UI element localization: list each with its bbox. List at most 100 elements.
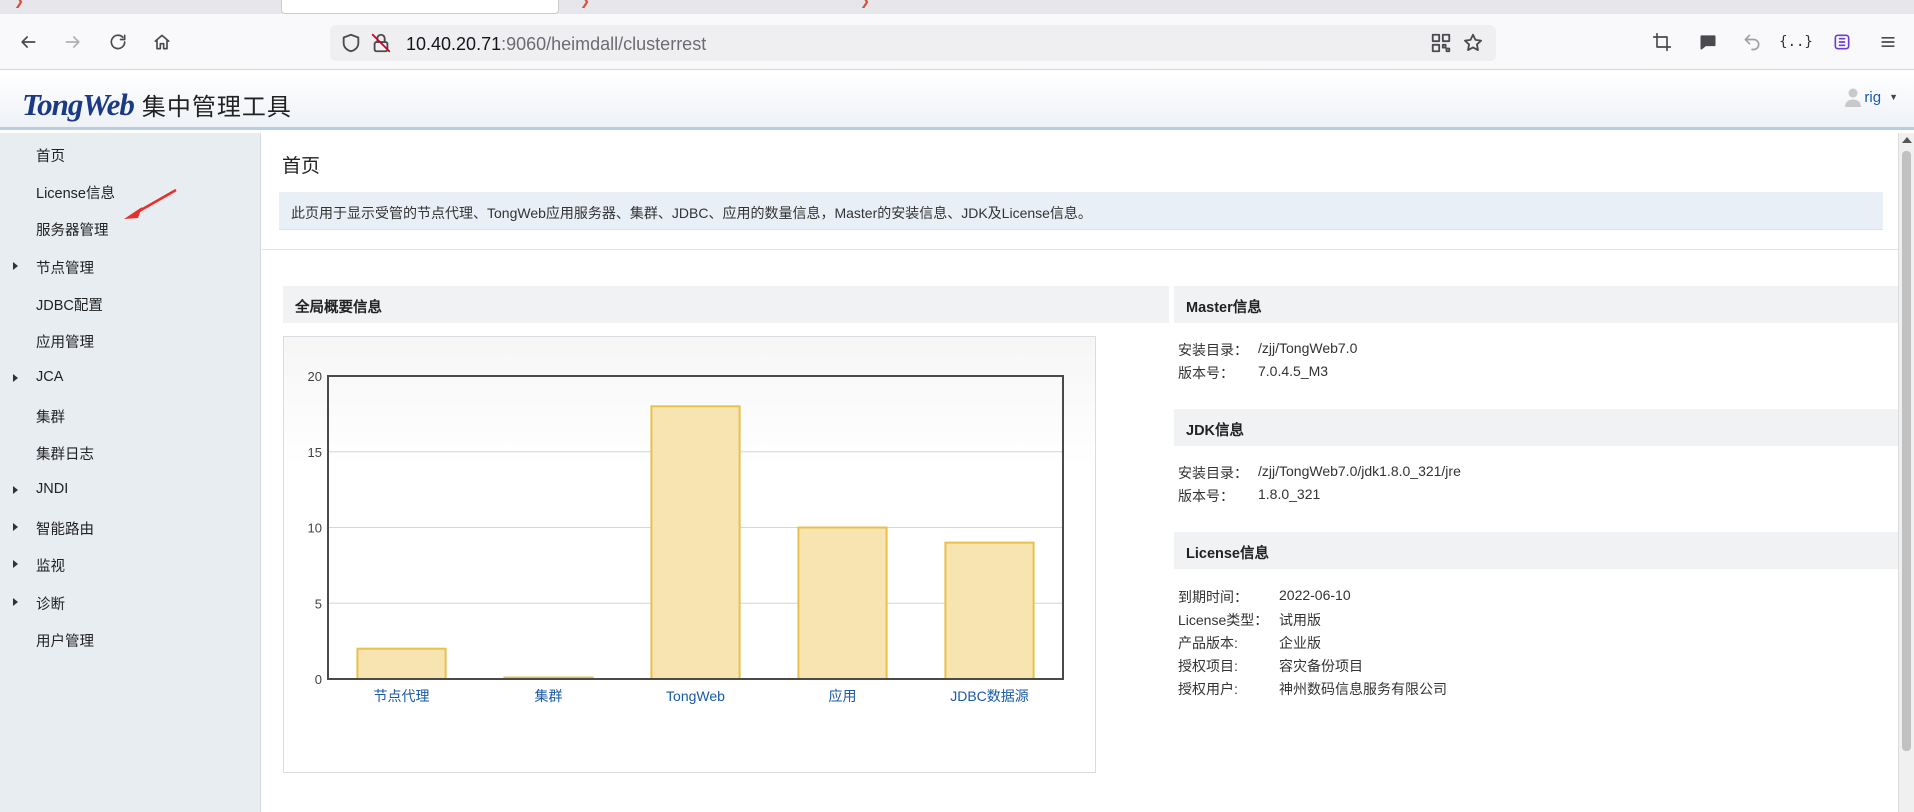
bar: [797, 526, 888, 680]
sidebar-item-label: JCA: [36, 369, 64, 385]
jdk-version-row: 版本号： 1.8.0_321: [1178, 486, 1320, 506]
undo-button[interactable]: [1736, 26, 1768, 58]
y-tick-label: 5: [315, 596, 322, 611]
expand-triangle-icon[interactable]: [13, 523, 18, 531]
sidebar-item-smart-routing[interactable]: 智能路由: [0, 514, 260, 544]
sidebar-item-jca[interactable]: JCA: [0, 365, 260, 395]
x-tick-label: 集群: [535, 688, 563, 704]
sidebar-item-node-management[interactable]: 节点管理: [0, 253, 260, 283]
sidebar-item-label: 节点管理: [36, 261, 94, 277]
sidebar-item-user-management[interactable]: 用户管理: [0, 626, 260, 656]
home-button[interactable]: [146, 26, 178, 58]
tab-favicon-icon: ❯: [14, 0, 25, 8]
info-key: 到期时间：: [1178, 589, 1248, 605]
back-button[interactable]: [12, 26, 44, 58]
extension-icon: [1834, 34, 1850, 50]
chat-button[interactable]: [1692, 26, 1724, 58]
scrollbar-thumb[interactable]: [1902, 151, 1911, 751]
sidebar-item-label: 用户管理: [36, 634, 94, 650]
x-tick-label: JDBC数据源: [950, 688, 1029, 704]
hamburger-menu-icon: [1881, 37, 1895, 48]
bar: [944, 541, 1035, 680]
user-name: rig: [1864, 88, 1882, 106]
sidebar-nav: 首页 License信息 服务器管理 节点管理 JDBC配置 应用管理 JCA …: [0, 133, 261, 812]
info-key: License类型：: [1178, 612, 1269, 628]
sidebar-item-monitor[interactable]: 监视: [0, 551, 260, 581]
license-expiry-row: 到期时间： 2022-06-10: [1178, 587, 1351, 607]
sidebar-item-label: License信息: [36, 186, 115, 202]
expand-triangle-icon[interactable]: [13, 486, 18, 494]
sidebar-item-label: JDBC配置: [36, 298, 103, 314]
app-header: TongWeb 集中管理工具 rig ▼: [0, 71, 1914, 130]
license-user-row: 授权用户: 神州数码信息服务有限公司: [1178, 679, 1447, 699]
expand-triangle-icon[interactable]: [13, 598, 18, 606]
address-bar[interactable]: 10.40.20.71:9060/heimdall/clusterrest: [330, 25, 1496, 61]
sidebar-item-label: 服务器管理: [36, 223, 109, 239]
qr-code-icon[interactable]: [1430, 32, 1452, 54]
app-menu-button[interactable]: [1872, 26, 1904, 58]
info-value: /zjj/TongWeb7.0/jdk1.8.0_321/jre: [1258, 463, 1461, 479]
expand-triangle-icon[interactable]: [13, 374, 18, 382]
sidebar-item-home[interactable]: 首页: [0, 141, 260, 171]
page-description: 此页用于显示受管的节点代理、TongWeb应用服务器、集群、JDBC、应用的数量…: [279, 192, 1883, 230]
main-content: 首页 此页用于显示受管的节点代理、TongWeb应用服务器、集群、JDBC、应用…: [262, 133, 1898, 812]
bookmark-star-icon[interactable]: [1462, 32, 1484, 54]
license-edition-row: 产品版本: 企业版: [1178, 633, 1321, 653]
info-value: 试用版: [1279, 612, 1321, 628]
info-value: 2022-06-10: [1279, 587, 1351, 603]
jdk-install-dir-row: 安装目录： /zjj/TongWeb7.0/jdk1.8.0_321/jre: [1178, 463, 1461, 483]
license-type-row: License类型： 试用版: [1178, 610, 1321, 630]
extension-button[interactable]: [1826, 26, 1858, 58]
tab-favicon-icon: ❯: [580, 0, 591, 8]
sidebar-item-app-management[interactable]: 应用管理: [0, 327, 260, 357]
back-arrow-icon: [21, 36, 36, 48]
info-value: 容灾备份项目: [1279, 658, 1363, 674]
sidebar-item-cluster-log[interactable]: 集群日志: [0, 439, 260, 469]
y-tick-label: 20: [308, 369, 322, 384]
bar: [356, 647, 447, 681]
info-value: /zjj/TongWeb7.0: [1258, 340, 1358, 356]
page-title: 首页: [282, 156, 321, 177]
browser-toolbar: 10.40.20.71:9060/heimdall/clusterrest {.…: [0, 14, 1914, 70]
info-value: 1.8.0_321: [1258, 486, 1321, 502]
license-project-row: 授权项目: 容灾备份项目: [1178, 656, 1363, 676]
y-tick-label: 10: [308, 521, 322, 536]
annotation-arrow-icon: [124, 188, 177, 219]
user-avatar-icon: [1845, 88, 1862, 107]
sidebar-item-label: 应用管理: [36, 335, 94, 351]
tab-favicon-icon: ❯: [860, 0, 871, 8]
url-text[interactable]: 10.40.20.71:9060/heimdall/clusterrest: [406, 34, 706, 55]
sidebar-item-jndi[interactable]: JNDI: [0, 477, 260, 507]
info-key: 授权用户:: [1178, 681, 1238, 697]
bar-chart-svg: 0 5 10 15 20 节点代理 集群 TongWeb 应用 JDBC数据源: [308, 369, 1064, 704]
scroll-up-arrow-icon[interactable]: [1902, 137, 1912, 143]
undo-arrow-icon: [1744, 34, 1760, 51]
sidebar-item-label: 智能路由: [36, 522, 94, 538]
insecure-lock-icon[interactable]: [370, 32, 392, 54]
info-value: 企业版: [1279, 635, 1321, 651]
sidebar-item-cluster[interactable]: 集群: [0, 402, 260, 432]
expand-triangle-icon[interactable]: [13, 262, 18, 270]
expand-triangle-icon[interactable]: [13, 560, 18, 568]
master-version-row: 版本号： 7.0.4.5_M3: [1178, 363, 1328, 383]
forward-button[interactable]: [57, 26, 89, 58]
sidebar-item-jdbc-config[interactable]: JDBC配置: [0, 290, 260, 320]
reload-button[interactable]: [102, 26, 134, 58]
browser-active-tab[interactable]: [281, 0, 559, 14]
sidebar-item-label: 集群日志: [36, 447, 94, 463]
sidebar-item-label: 监视: [36, 559, 65, 575]
json-viewer-button[interactable]: {..}: [1779, 26, 1813, 58]
screenshot-button[interactable]: [1646, 26, 1678, 58]
brand-logo[interactable]: TongWeb 集中管理工具: [22, 87, 292, 122]
user-menu[interactable]: rig ▼: [1844, 87, 1898, 107]
tracking-shield-icon[interactable]: [340, 32, 362, 54]
vertical-scrollbar[interactable]: [1898, 133, 1914, 812]
bar: [650, 405, 741, 681]
sidebar-item-label: 诊断: [36, 597, 65, 613]
info-key: 安装目录：: [1178, 465, 1248, 481]
brand-subtitle: 集中管理工具: [141, 95, 292, 121]
chat-bubble-icon: [1700, 35, 1716, 50]
info-key: 版本号：: [1178, 488, 1234, 504]
url-path: :9060/heimdall/clusterrest: [501, 34, 707, 54]
sidebar-item-diagnostics[interactable]: 诊断: [0, 589, 260, 619]
